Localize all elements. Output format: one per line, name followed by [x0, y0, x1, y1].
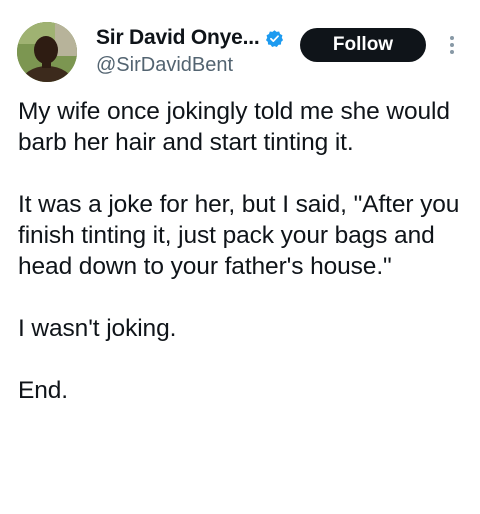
more-dot	[450, 43, 454, 47]
more-vertical-icon[interactable]	[442, 30, 462, 60]
avatar[interactable]	[17, 22, 77, 82]
tweet-text: My wife once jokingly told me she would …	[18, 96, 463, 437]
user-info: Sir David Onye... @SirDavidBent	[96, 25, 296, 77]
user-handle[interactable]: @SirDavidBent	[96, 54, 296, 77]
tweet-header: Sir David Onye... @SirDavidBent Follow	[0, 0, 480, 92]
verified-badge-icon	[265, 29, 284, 48]
tweet-paragraph: My wife once jokingly told me she would …	[18, 98, 450, 156]
display-name[interactable]: Sir David Onye...	[96, 26, 260, 50]
more-dot	[450, 50, 454, 54]
tweet-paragraph: It was a joke for her, but I said, "Afte…	[18, 191, 460, 280]
follow-button[interactable]: Follow	[300, 28, 426, 62]
more-dot	[450, 36, 454, 40]
tweet-paragraph: End.	[18, 377, 68, 404]
tweet-paragraph: I wasn't joking.	[18, 315, 177, 342]
name-row: Sir David Onye...	[96, 25, 296, 51]
